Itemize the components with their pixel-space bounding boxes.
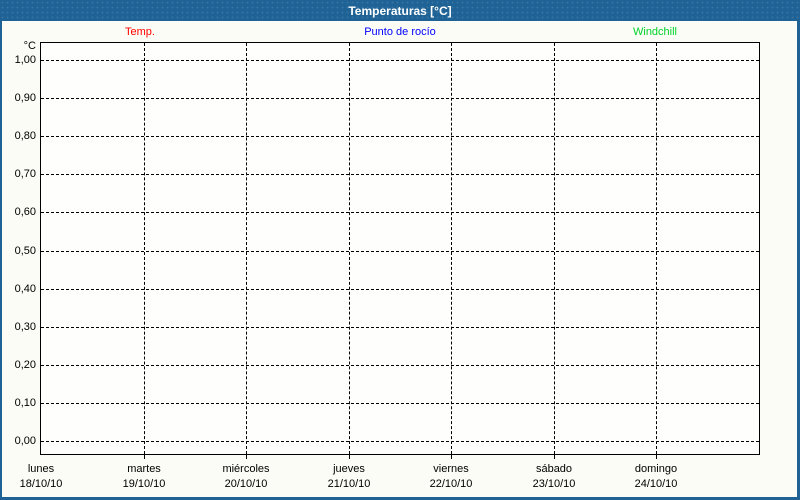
gridline-vertical xyxy=(451,43,452,454)
gridline-horizontal xyxy=(41,403,759,404)
x-day-label: martes xyxy=(94,463,194,475)
y-tick-label: 0,30 xyxy=(0,320,36,334)
legend-item-temp: Temp. xyxy=(125,26,155,38)
gridline-vertical xyxy=(349,43,350,454)
y-tick-label: 0,60 xyxy=(0,205,36,219)
x-axis-tick xyxy=(656,455,657,459)
x-axis-tick xyxy=(349,455,350,459)
x-axis-tick xyxy=(554,455,555,459)
gridline-vertical xyxy=(144,43,145,454)
x-axis-tick xyxy=(144,455,145,459)
gridline-horizontal xyxy=(41,60,759,61)
gridline-horizontal xyxy=(41,365,759,366)
gridline-vertical xyxy=(554,43,555,454)
chart-window: Temperaturas [°C] Temp. Punto de rocío W… xyxy=(0,0,800,500)
gridline-horizontal xyxy=(41,441,759,442)
gridline-horizontal xyxy=(41,98,759,99)
gridline-vertical xyxy=(246,43,247,454)
x-day-label: sábado xyxy=(504,463,604,475)
window-title: Temperaturas [°C] xyxy=(348,4,451,18)
legend-item-dew-point: Punto de rocío xyxy=(364,26,436,38)
x-date-label: 22/10/10 xyxy=(401,478,501,490)
gridline-vertical xyxy=(656,43,657,454)
legend-item-windchill: Windchill xyxy=(633,26,677,38)
y-tick-label: 0,70 xyxy=(0,167,36,181)
gridline-horizontal xyxy=(41,251,759,252)
x-axis-tick xyxy=(246,455,247,459)
x-date-label: 24/10/10 xyxy=(606,478,706,490)
x-date-label: 20/10/10 xyxy=(196,478,296,490)
y-tick-label: 0,90 xyxy=(0,91,36,105)
y-tick-label: 0,40 xyxy=(0,282,36,296)
y-tick-label: 0,10 xyxy=(0,396,36,410)
gridline-horizontal xyxy=(41,289,759,290)
x-date-label: 19/10/10 xyxy=(94,478,194,490)
y-tick-label: 0,20 xyxy=(0,358,36,372)
x-axis-tick xyxy=(451,455,452,459)
y-tick-label: 0,00 xyxy=(0,434,36,448)
y-tick-label: 0,80 xyxy=(0,129,36,143)
y-axis-unit-label: °C xyxy=(0,40,36,54)
gridline-horizontal xyxy=(41,174,759,175)
gridline-horizontal xyxy=(41,136,759,137)
plot-area xyxy=(40,42,760,455)
x-date-label: 18/10/10 xyxy=(0,478,91,490)
x-day-label: viernes xyxy=(401,463,501,475)
gridline-horizontal xyxy=(41,327,759,328)
gridline-horizontal xyxy=(41,212,759,213)
x-day-label: domingo xyxy=(606,463,706,475)
x-day-label: jueves xyxy=(299,463,399,475)
x-day-label: miércoles xyxy=(196,463,296,475)
y-tick-label: 0,50 xyxy=(0,244,36,258)
x-date-label: 23/10/10 xyxy=(504,478,604,490)
y-tick-label: 1,00 xyxy=(0,53,36,67)
title-bar: Temperaturas [°C] xyxy=(0,0,800,21)
x-date-label: 21/10/10 xyxy=(299,478,399,490)
x-day-label: lunes xyxy=(0,463,91,475)
